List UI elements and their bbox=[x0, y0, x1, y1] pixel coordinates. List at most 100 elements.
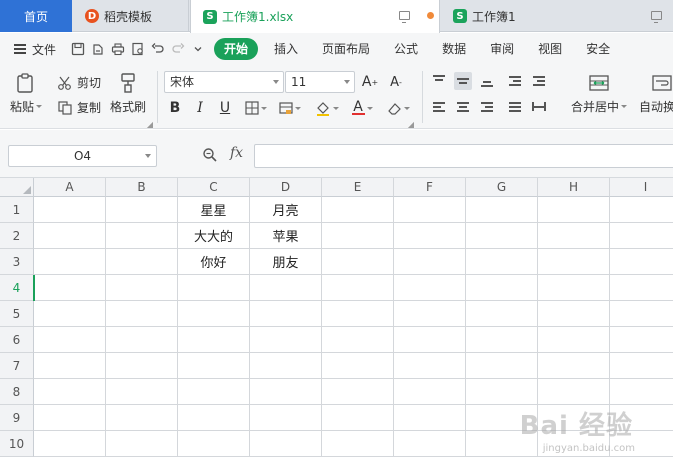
cell-b9[interactable] bbox=[106, 405, 178, 431]
cell-g3[interactable] bbox=[466, 249, 538, 275]
font-size-select[interactable]: 11 bbox=[285, 71, 355, 93]
cut-button[interactable]: 剪切 bbox=[57, 74, 101, 91]
cell-e7[interactable] bbox=[322, 353, 394, 379]
cell-c4[interactable] bbox=[178, 275, 250, 301]
cell-i3[interactable] bbox=[610, 249, 673, 275]
row-header-3[interactable]: 3 bbox=[0, 249, 34, 275]
cell-c9[interactable] bbox=[178, 405, 250, 431]
wrap-text-button[interactable]: 自动换 bbox=[639, 72, 673, 115]
cell-c2[interactable]: 大大的 bbox=[178, 223, 250, 249]
row-header-9[interactable]: 9 bbox=[0, 405, 34, 431]
row-header-10[interactable]: 10 bbox=[0, 431, 34, 457]
cell-d6[interactable] bbox=[250, 327, 322, 353]
cell-d5[interactable] bbox=[250, 301, 322, 327]
cell-f10[interactable] bbox=[394, 431, 466, 457]
column-header-c[interactable]: C bbox=[178, 178, 250, 197]
cell-a8[interactable] bbox=[34, 379, 106, 405]
row-header-4[interactable]: 4 bbox=[0, 275, 34, 301]
cell-d9[interactable] bbox=[250, 405, 322, 431]
column-header-a[interactable]: A bbox=[34, 178, 106, 197]
cell-b3[interactable] bbox=[106, 249, 178, 275]
cell-g2[interactable] bbox=[466, 223, 538, 249]
cell-style-button[interactable] bbox=[276, 98, 304, 118]
row-header-5[interactable]: 5 bbox=[0, 301, 34, 327]
menu-tab-home[interactable]: 开始 bbox=[214, 38, 259, 60]
cell-h5[interactable] bbox=[538, 301, 610, 327]
cell-i6[interactable] bbox=[610, 327, 673, 353]
cell-c10[interactable] bbox=[178, 431, 250, 457]
cell-a5[interactable] bbox=[34, 301, 106, 327]
copy-button[interactable]: 复制 bbox=[57, 99, 101, 116]
cell-f7[interactable] bbox=[394, 353, 466, 379]
cell-h7[interactable] bbox=[538, 353, 610, 379]
cell-d3[interactable]: 朋友 bbox=[250, 249, 322, 275]
cell-b6[interactable] bbox=[106, 327, 178, 353]
export-icon[interactable] bbox=[88, 39, 108, 59]
print-preview-icon[interactable] bbox=[128, 39, 148, 59]
monitor-icon[interactable] bbox=[399, 11, 410, 23]
cell-g6[interactable] bbox=[466, 327, 538, 353]
cell-h1[interactable] bbox=[538, 197, 610, 223]
distributed-align-icon[interactable] bbox=[530, 98, 548, 116]
cell-f2[interactable] bbox=[394, 223, 466, 249]
cell-h3[interactable] bbox=[538, 249, 610, 275]
row-header-6[interactable]: 6 bbox=[0, 327, 34, 353]
cell-h2[interactable] bbox=[538, 223, 610, 249]
cell-e6[interactable] bbox=[322, 327, 394, 353]
cell-f4[interactable] bbox=[394, 275, 466, 301]
monitor-icon[interactable] bbox=[651, 11, 662, 23]
tab-second-workbook[interactable]: S 工作簿1 bbox=[441, 0, 673, 32]
cell-g5[interactable] bbox=[466, 301, 538, 327]
cell-a3[interactable] bbox=[34, 249, 106, 275]
column-header-i[interactable]: I bbox=[610, 178, 673, 197]
cell-c8[interactable] bbox=[178, 379, 250, 405]
cell-d7[interactable] bbox=[250, 353, 322, 379]
cell-a2[interactable] bbox=[34, 223, 106, 249]
cell-f3[interactable] bbox=[394, 249, 466, 275]
cell-d1[interactable]: 月亮 bbox=[250, 197, 322, 223]
cell-b8[interactable] bbox=[106, 379, 178, 405]
column-header-g[interactable]: G bbox=[466, 178, 538, 197]
cell-a7[interactable] bbox=[34, 353, 106, 379]
align-bottom-icon[interactable] bbox=[478, 72, 496, 90]
cell-i4[interactable] bbox=[610, 275, 673, 301]
cell-d10[interactable] bbox=[250, 431, 322, 457]
customize-quick-access-icon[interactable] bbox=[188, 39, 208, 59]
cell-g4[interactable] bbox=[466, 275, 538, 301]
underline-icon[interactable]: U bbox=[215, 98, 235, 118]
cell-e3[interactable] bbox=[322, 249, 394, 275]
decrease-indent-icon[interactable] bbox=[506, 72, 524, 90]
cell-a10[interactable] bbox=[34, 431, 106, 457]
cell-a9[interactable] bbox=[34, 405, 106, 431]
align-center-icon[interactable] bbox=[454, 98, 472, 116]
cell-g7[interactable] bbox=[466, 353, 538, 379]
cell-i5[interactable] bbox=[610, 301, 673, 327]
column-header-f[interactable]: F bbox=[394, 178, 466, 197]
cell-f9[interactable] bbox=[394, 405, 466, 431]
cell-e2[interactable] bbox=[322, 223, 394, 249]
cell-c7[interactable] bbox=[178, 353, 250, 379]
cell-h8[interactable] bbox=[538, 379, 610, 405]
row-header-2[interactable]: 2 bbox=[0, 223, 34, 249]
cell-e5[interactable] bbox=[322, 301, 394, 327]
cell-c1[interactable]: 星星 bbox=[178, 197, 250, 223]
font-group-expand-icon[interactable]: ◢ bbox=[407, 120, 415, 129]
justify-icon[interactable] bbox=[506, 98, 524, 116]
column-header-h[interactable]: H bbox=[538, 178, 610, 197]
insert-function-icon[interactable]: fx bbox=[230, 145, 243, 161]
merge-center-button[interactable]: 合并居中 bbox=[571, 72, 628, 115]
menu-tab-review[interactable]: 审阅 bbox=[478, 38, 526, 60]
italic-icon[interactable]: I bbox=[190, 98, 210, 118]
cell-h4[interactable] bbox=[538, 275, 610, 301]
font-name-select[interactable]: 宋体 bbox=[164, 71, 284, 93]
row-header-1[interactable]: 1 bbox=[0, 197, 34, 223]
cell-e9[interactable] bbox=[322, 405, 394, 431]
cell-f5[interactable] bbox=[394, 301, 466, 327]
cell-a4[interactable] bbox=[34, 275, 106, 301]
paste-button[interactable]: 粘贴 bbox=[10, 72, 43, 115]
cell-i2[interactable] bbox=[610, 223, 673, 249]
align-top-icon[interactable] bbox=[430, 72, 448, 90]
clear-format-button[interactable] bbox=[384, 98, 412, 118]
menu-tab-page-layout[interactable]: 页面布局 bbox=[310, 38, 382, 60]
cell-d8[interactable] bbox=[250, 379, 322, 405]
